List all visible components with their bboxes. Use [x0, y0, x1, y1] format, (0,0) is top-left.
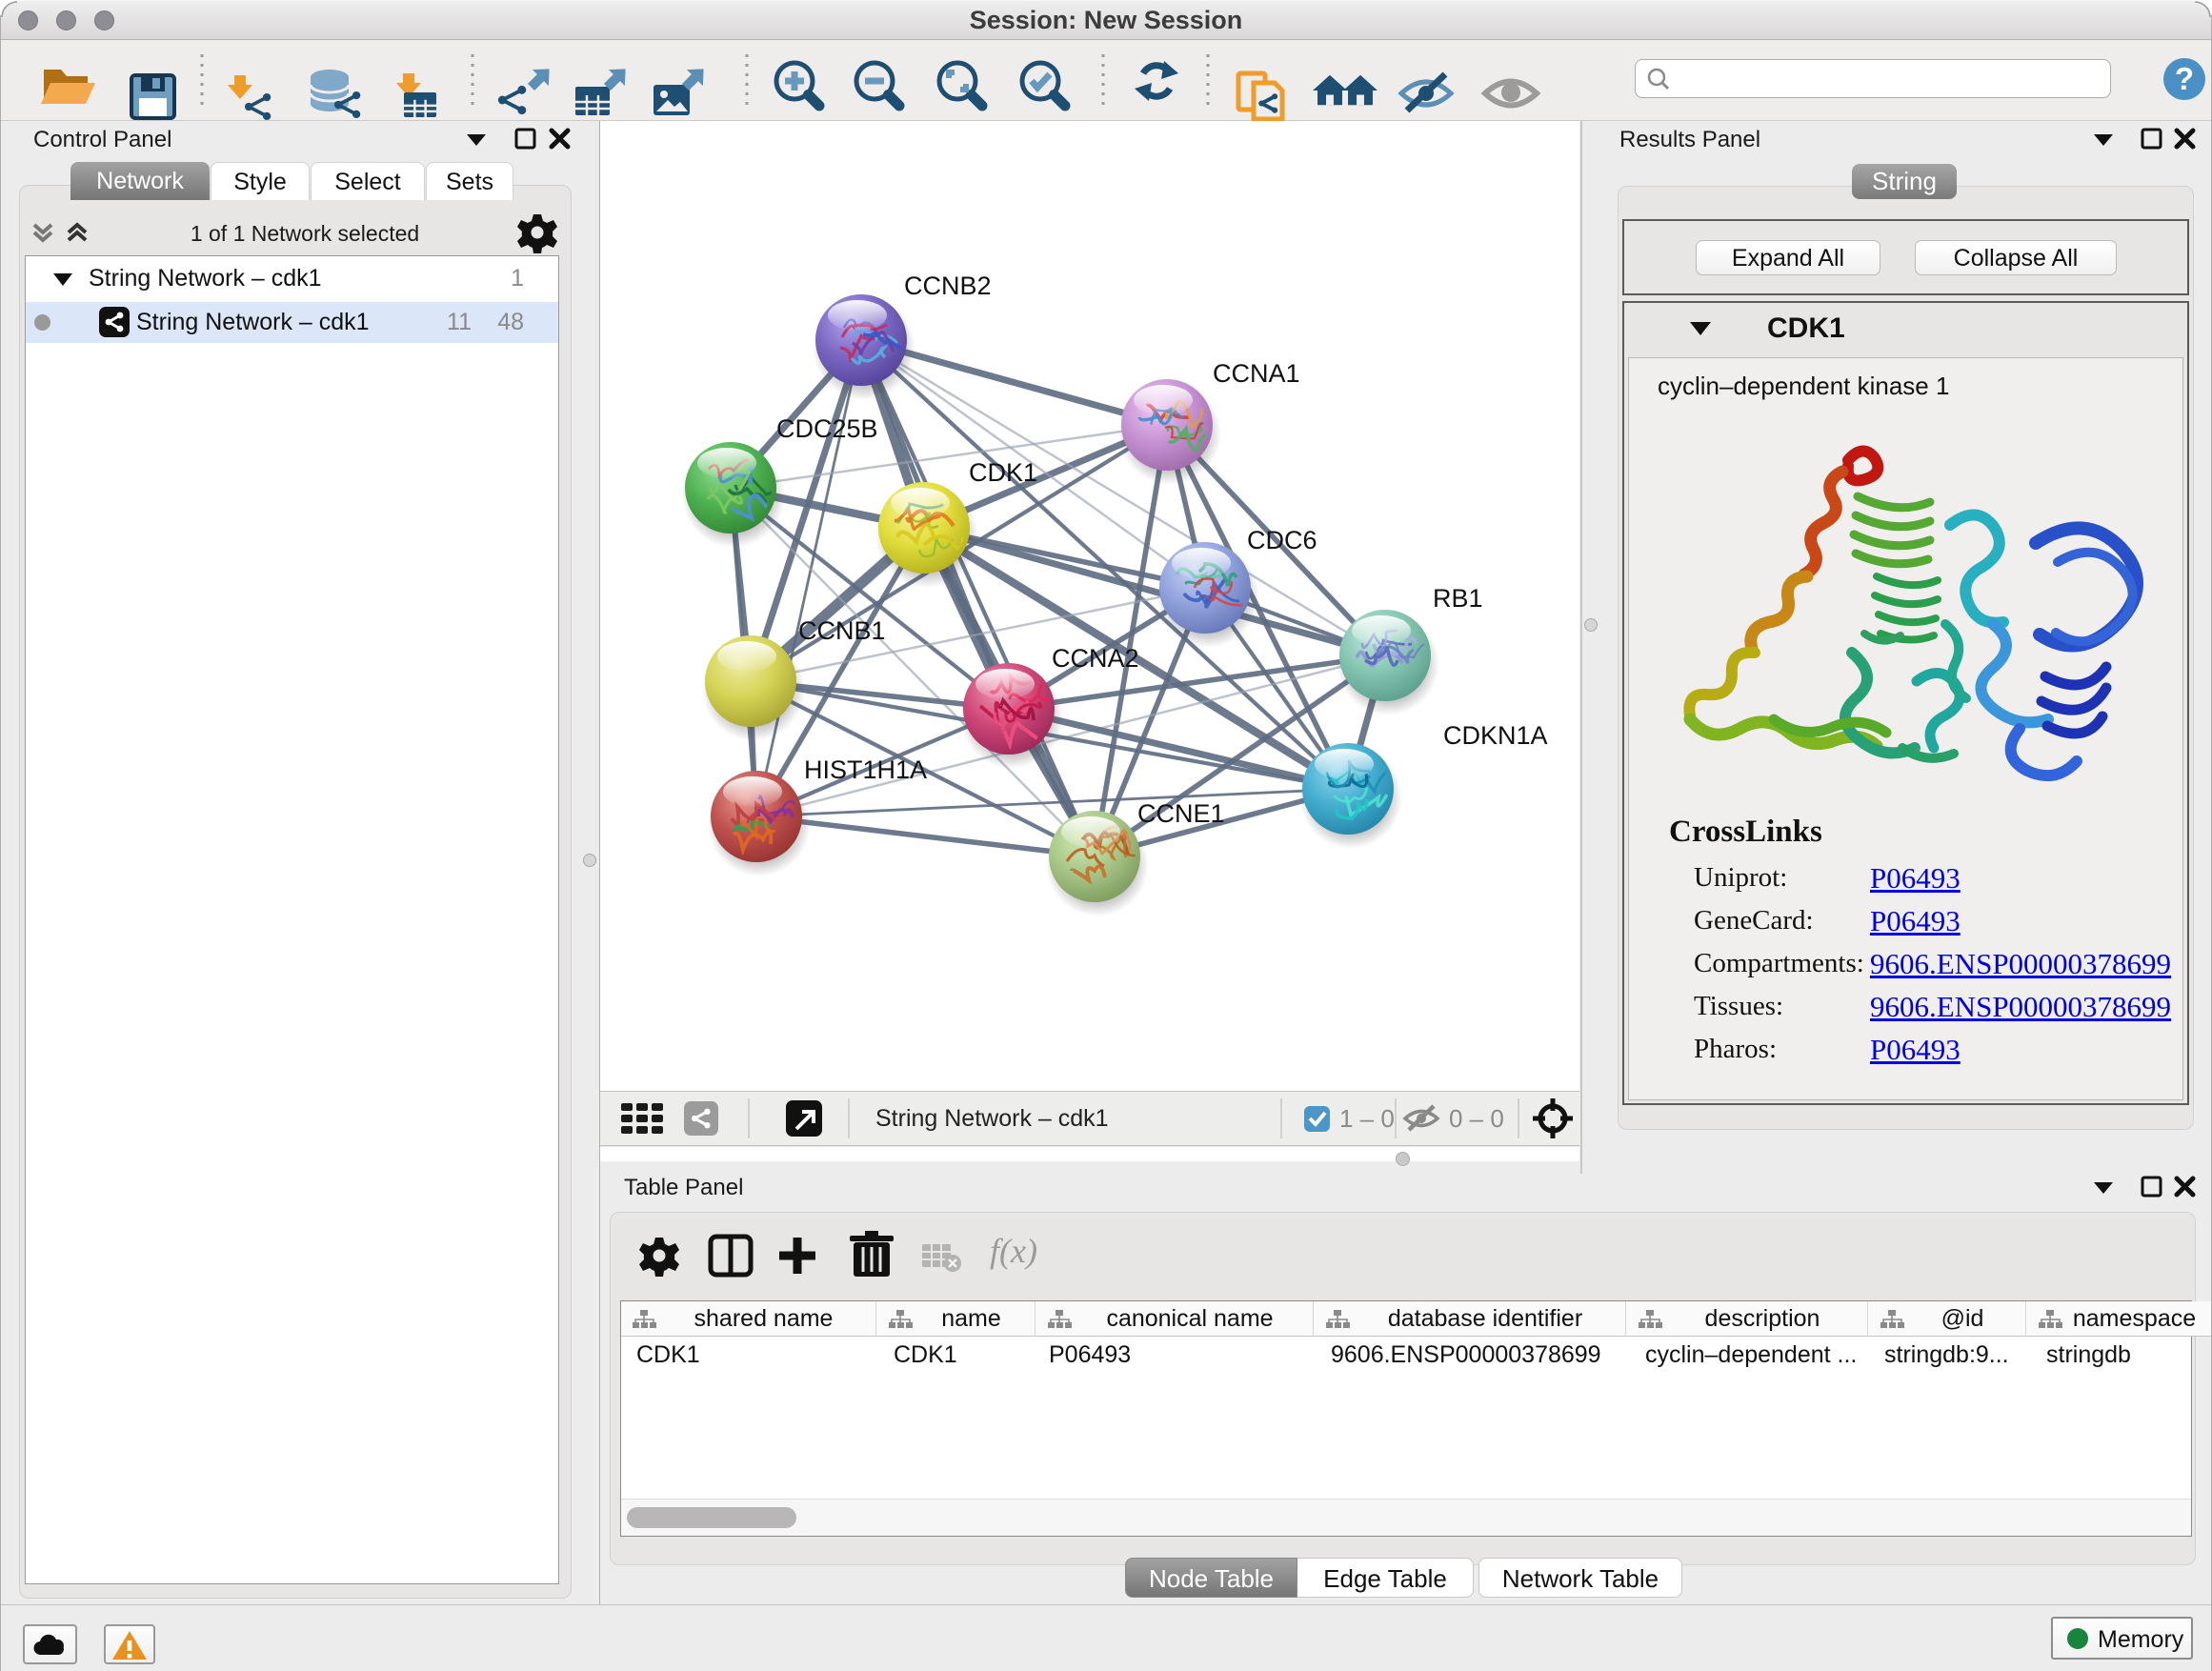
svg-text:CCNE1: CCNE1: [1137, 799, 1225, 828]
svg-text:1 – 0: 1 – 0: [1339, 1104, 1395, 1133]
svg-text:CDK1: CDK1: [969, 458, 1037, 487]
svg-text:String Network – cdk1: String Network – cdk1: [875, 1105, 1109, 1132]
svg-text:CCNB2: CCNB2: [904, 272, 992, 300]
svg-text:RB1: RB1: [1433, 584, 1483, 613]
svg-text:CDKN1A: CDKN1A: [1443, 721, 1548, 750]
svg-text:0 – 0: 0 – 0: [1449, 1104, 1504, 1133]
svg-text:CCNB1: CCNB1: [798, 616, 886, 645]
svg-text:CDC6: CDC6: [1247, 526, 1317, 554]
svg-text:CCNA2: CCNA2: [1052, 644, 1139, 673]
svg-text:CCNA1: CCNA1: [1213, 359, 1300, 388]
svg-text:HIST1H1A: HIST1H1A: [804, 755, 927, 784]
svg-text:CDC25B: CDC25B: [776, 414, 878, 443]
